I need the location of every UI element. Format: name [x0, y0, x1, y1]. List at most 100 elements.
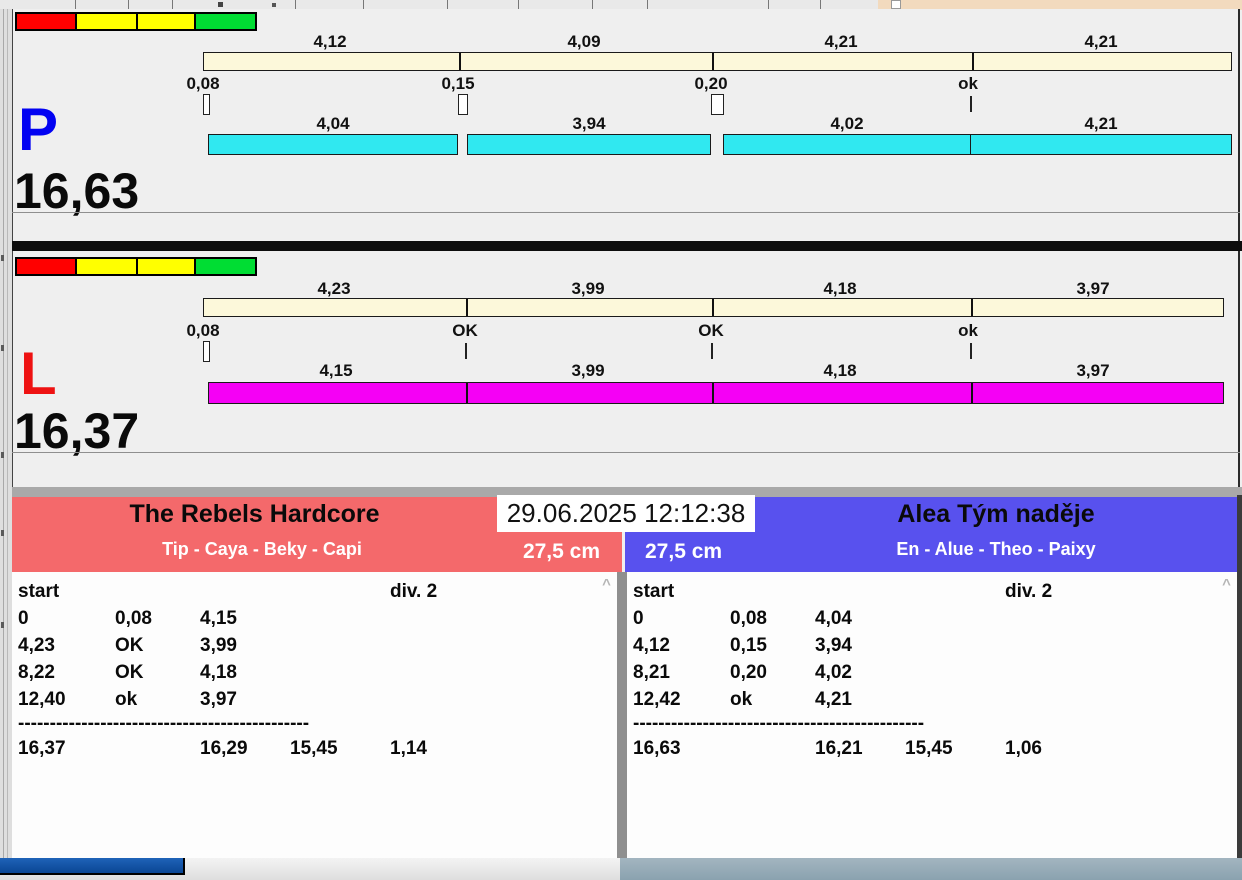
table-cell: OK	[115, 635, 144, 656]
l-split-label: 3,99	[571, 279, 605, 298]
table-cell: 0,20	[730, 662, 767, 683]
table-cell: 4,23	[18, 635, 55, 656]
background-window-titlebar	[0, 858, 185, 875]
table-cell: 4,02	[815, 662, 852, 683]
window-right-edge	[1237, 495, 1242, 868]
division-label: div. 2	[390, 581, 438, 602]
table-cell: 4,21	[815, 689, 852, 710]
p-pass-marker	[458, 94, 468, 115]
p-pass-label: 0,15	[441, 74, 475, 93]
traffic-yellow-cell	[136, 12, 196, 31]
table-cell: 8,21	[633, 662, 670, 683]
table-cell: 4,18	[200, 662, 237, 683]
lane-total-p: 16,63	[14, 163, 140, 219]
p-split-label: 4,09	[567, 32, 601, 51]
table-cell: 3,99	[200, 635, 237, 656]
table-cell: 4,04	[815, 608, 852, 629]
background-window-box	[891, 0, 901, 9]
table-cell: 3,97	[200, 689, 237, 710]
l-pass-marker	[203, 341, 210, 362]
traffic-green-cell	[194, 12, 257, 31]
p-dog-bar-segment	[970, 134, 1232, 155]
total-time: 16,63	[633, 738, 681, 759]
p-split-bar	[203, 52, 1232, 71]
p-dog-label: 3,94	[572, 114, 606, 133]
p-split-label: 4,12	[313, 32, 347, 51]
total-diff: 1,06	[1005, 738, 1042, 759]
table-cell: 0,08	[730, 608, 767, 629]
traffic-yellow-cell	[136, 257, 196, 276]
l-split-label: 4,18	[823, 279, 857, 298]
table-cell: 12,40	[18, 689, 66, 710]
team-height-right: 27,5 cm	[645, 540, 723, 563]
p-pass-label: ok	[958, 74, 978, 93]
p-pass-tick	[970, 96, 972, 112]
traffic-light-l	[15, 257, 257, 276]
total-clean: 16,21	[815, 738, 863, 759]
l-dog-label: 3,97	[1076, 361, 1110, 380]
l-dog-label: 4,18	[823, 361, 857, 380]
p-dog-label: 4,21	[1084, 114, 1118, 133]
traffic-yellow-cell	[75, 257, 138, 276]
table-cell: 4,12	[633, 635, 670, 656]
dashes-separator: ----------------------------------------…	[18, 713, 310, 734]
p-dog-bar-segment	[723, 134, 971, 155]
table-cell: 3,94	[815, 635, 852, 656]
table-cell: 12,42	[633, 689, 681, 710]
total-best: 15,45	[905, 738, 953, 759]
lane-letter-p: P	[18, 96, 59, 163]
lane-total-l: 16,37	[14, 403, 140, 459]
p-split-label: 4,21	[824, 32, 858, 51]
scroll-up-icon[interactable]: ^	[598, 577, 615, 592]
table-cell: 0	[18, 608, 29, 629]
bottom-taskbar-strip-right	[620, 858, 1242, 880]
table-cell: 8,22	[18, 662, 55, 683]
l-pass-label: OK	[452, 321, 478, 340]
col-start-label: start	[18, 581, 60, 602]
l-dog-label: 4,15	[319, 361, 353, 380]
p-pass-label: 0,20	[694, 74, 728, 93]
l-pass-tick	[970, 343, 972, 359]
col-start-label: start	[633, 581, 675, 602]
table-cell: OK	[115, 662, 144, 683]
p-dog-bar-segment	[208, 134, 458, 155]
results-table-left[interactable]: start div. 2 0 0,08 4,15 4,23 OK 3,99 8,…	[18, 578, 482, 762]
l-split-label: 3,97	[1076, 279, 1110, 298]
l-dog-bar	[208, 382, 1224, 404]
table-cell: 0	[633, 608, 644, 629]
p-dog-bar-segment	[467, 134, 711, 155]
p-pass-marker	[711, 94, 724, 115]
l-split-bar	[203, 298, 1224, 317]
table-cell: ok	[730, 689, 753, 710]
l-split-label: 4,23	[317, 279, 351, 298]
team-name-left: The Rebels Hardcore	[129, 500, 380, 528]
division-label: div. 2	[1005, 581, 1053, 602]
traffic-green-cell	[194, 257, 257, 276]
team-height-left: 27,5 cm	[522, 540, 600, 563]
l-pass-label: OK	[698, 321, 724, 340]
l-pass-tick	[465, 343, 467, 359]
total-time: 16,37	[18, 738, 66, 759]
dashes-separator: ----------------------------------------…	[633, 713, 925, 734]
l-pass-tick	[711, 343, 713, 359]
l-dog-label: 3,99	[571, 361, 605, 380]
l-pass-label: 0,08	[186, 321, 220, 340]
p-dog-label: 4,02	[830, 114, 864, 133]
team-dogs-right: En - Alue - Theo - Paixy	[896, 539, 1096, 559]
traffic-red-cell	[15, 12, 77, 31]
datetime-box: 29.06.2025 12:12:38	[497, 495, 755, 532]
traffic-red-cell	[15, 257, 77, 276]
datetime-text: 29.06.2025 12:12:38	[506, 498, 746, 528]
timing-app-window: 4,12 4,09 4,21 4,21 0,08 0,15 0,20 ok 4,…	[0, 0, 1242, 880]
p-pass-marker	[203, 94, 210, 115]
table-cell: 0,08	[115, 608, 152, 629]
results-table-right[interactable]: start div. 2 0 0,08 4,04 4,12 0,15 3,94 …	[633, 578, 1097, 762]
scroll-up-icon[interactable]: ^	[1218, 577, 1235, 592]
lane-letter-l: L	[20, 340, 57, 407]
p-dog-label: 4,04	[316, 114, 350, 133]
lane-divider	[12, 241, 1242, 251]
panel-middle-divider	[617, 572, 627, 868]
p-split-label: 4,21	[1084, 32, 1118, 51]
table-cell: ok	[115, 689, 138, 710]
traffic-yellow-cell	[75, 12, 138, 31]
